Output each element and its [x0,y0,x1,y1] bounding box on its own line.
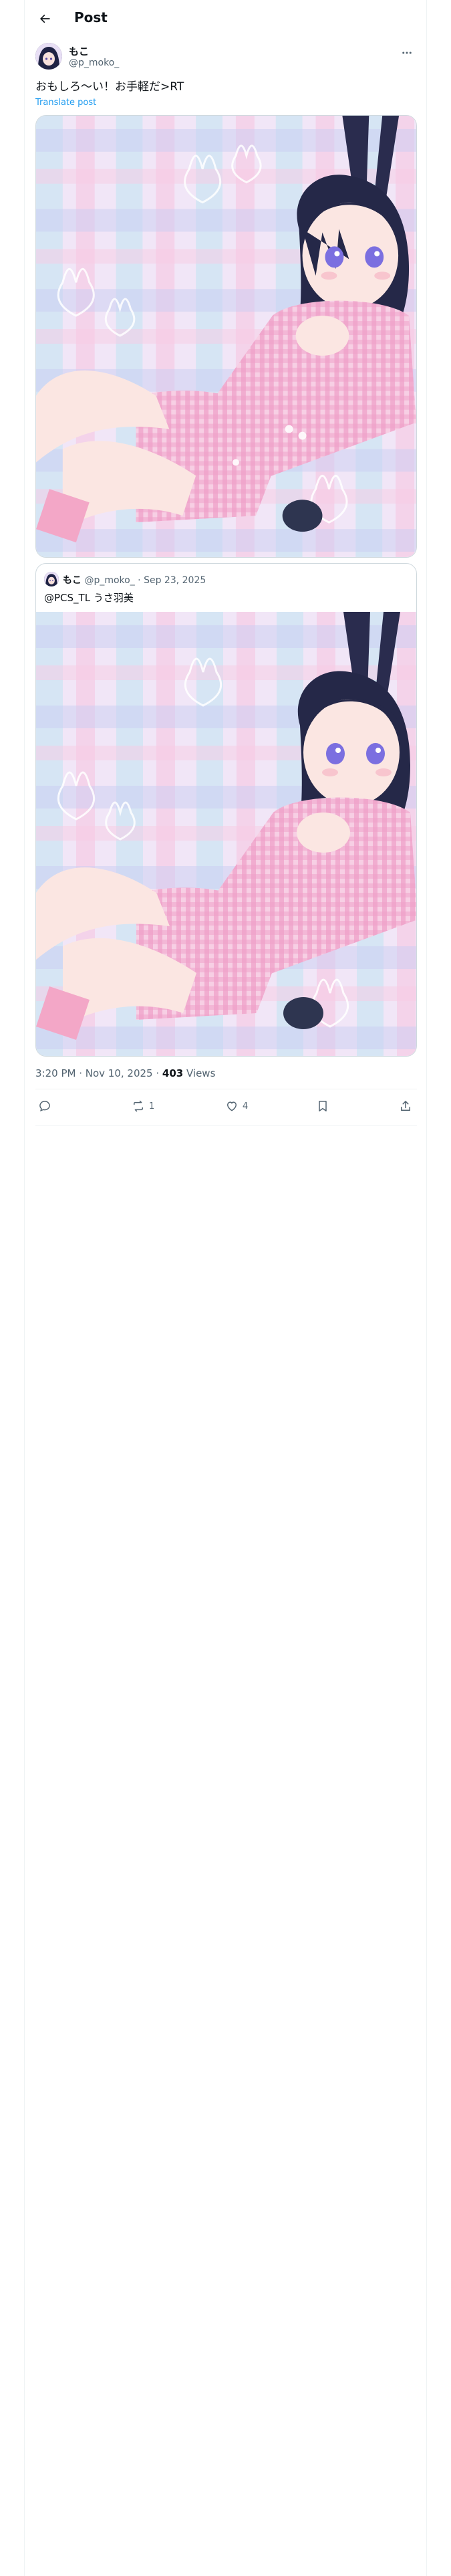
quoted-author-name: もこ [63,575,82,586]
page-title: Post [74,9,108,25]
like-count: 4 [243,1101,249,1111]
avatar[interactable] [35,43,62,70]
quoted-header: もこ @p_moko_ · Sep 23, 2025 [63,573,206,586]
author-name[interactable]: もこ [69,44,89,58]
views-count: 403 [162,1067,184,1079]
post-author: もこ @p_moko_ [35,43,417,72]
translate-post-link[interactable]: Translate post [35,98,96,108]
quoted-date: Sep 23, 2025 [144,575,206,586]
separator-dot: · [138,575,141,586]
avatar-illustration [35,43,62,70]
share-button[interactable] [399,1098,412,1114]
post-text: おもしろ〜い！お手軽だ>RT [35,80,184,94]
quoted-avatar [44,572,59,586]
quoted-post[interactable]: もこ @p_moko_ · Sep 23, 2025 @PCS_TL うさ羽美 [35,563,417,1057]
avatar-illustration [44,572,59,586]
quoted-author-handle: @p_moko_ [84,575,135,586]
share-icon [401,1101,410,1111]
views-label: Views [183,1067,216,1079]
main-column: Post もこ @p_moko_ おもしろ〜い！お手軽だ>RT Translat… [24,0,427,2576]
bookmark-icon [319,1101,327,1111]
bookmark-button[interactable] [316,1098,329,1114]
more-options-button[interactable] [397,43,417,63]
heart-icon [227,1101,237,1111]
quoted-text: @PCS_TL うさ羽美 [44,592,134,604]
repost-icon [134,1100,143,1112]
like-button[interactable]: 4 [225,1098,248,1114]
post-timestamp[interactable]: 3:20 PM · Nov 10, 2025 · [35,1067,162,1079]
reply-icon [39,1101,50,1111]
arrow-left-icon [40,14,50,23]
repost-button[interactable]: 1 [132,1098,154,1114]
reply-button[interactable] [38,1098,55,1114]
author-handle[interactable]: @p_moko_ [69,58,119,68]
repost-count: 1 [149,1101,155,1111]
quoted-image [36,612,416,1056]
illustration-image [36,612,416,1056]
illustration-image [36,116,416,557]
back-button[interactable] [34,8,55,29]
post-image[interactable] [35,115,417,558]
action-bar: 1 4 [35,1090,417,1123]
more-dots-icon [402,51,412,54]
post-metadata: 3:20 PM · Nov 10, 2025 · 403 Views [35,1067,215,1079]
top-bar: Post [25,0,428,37]
